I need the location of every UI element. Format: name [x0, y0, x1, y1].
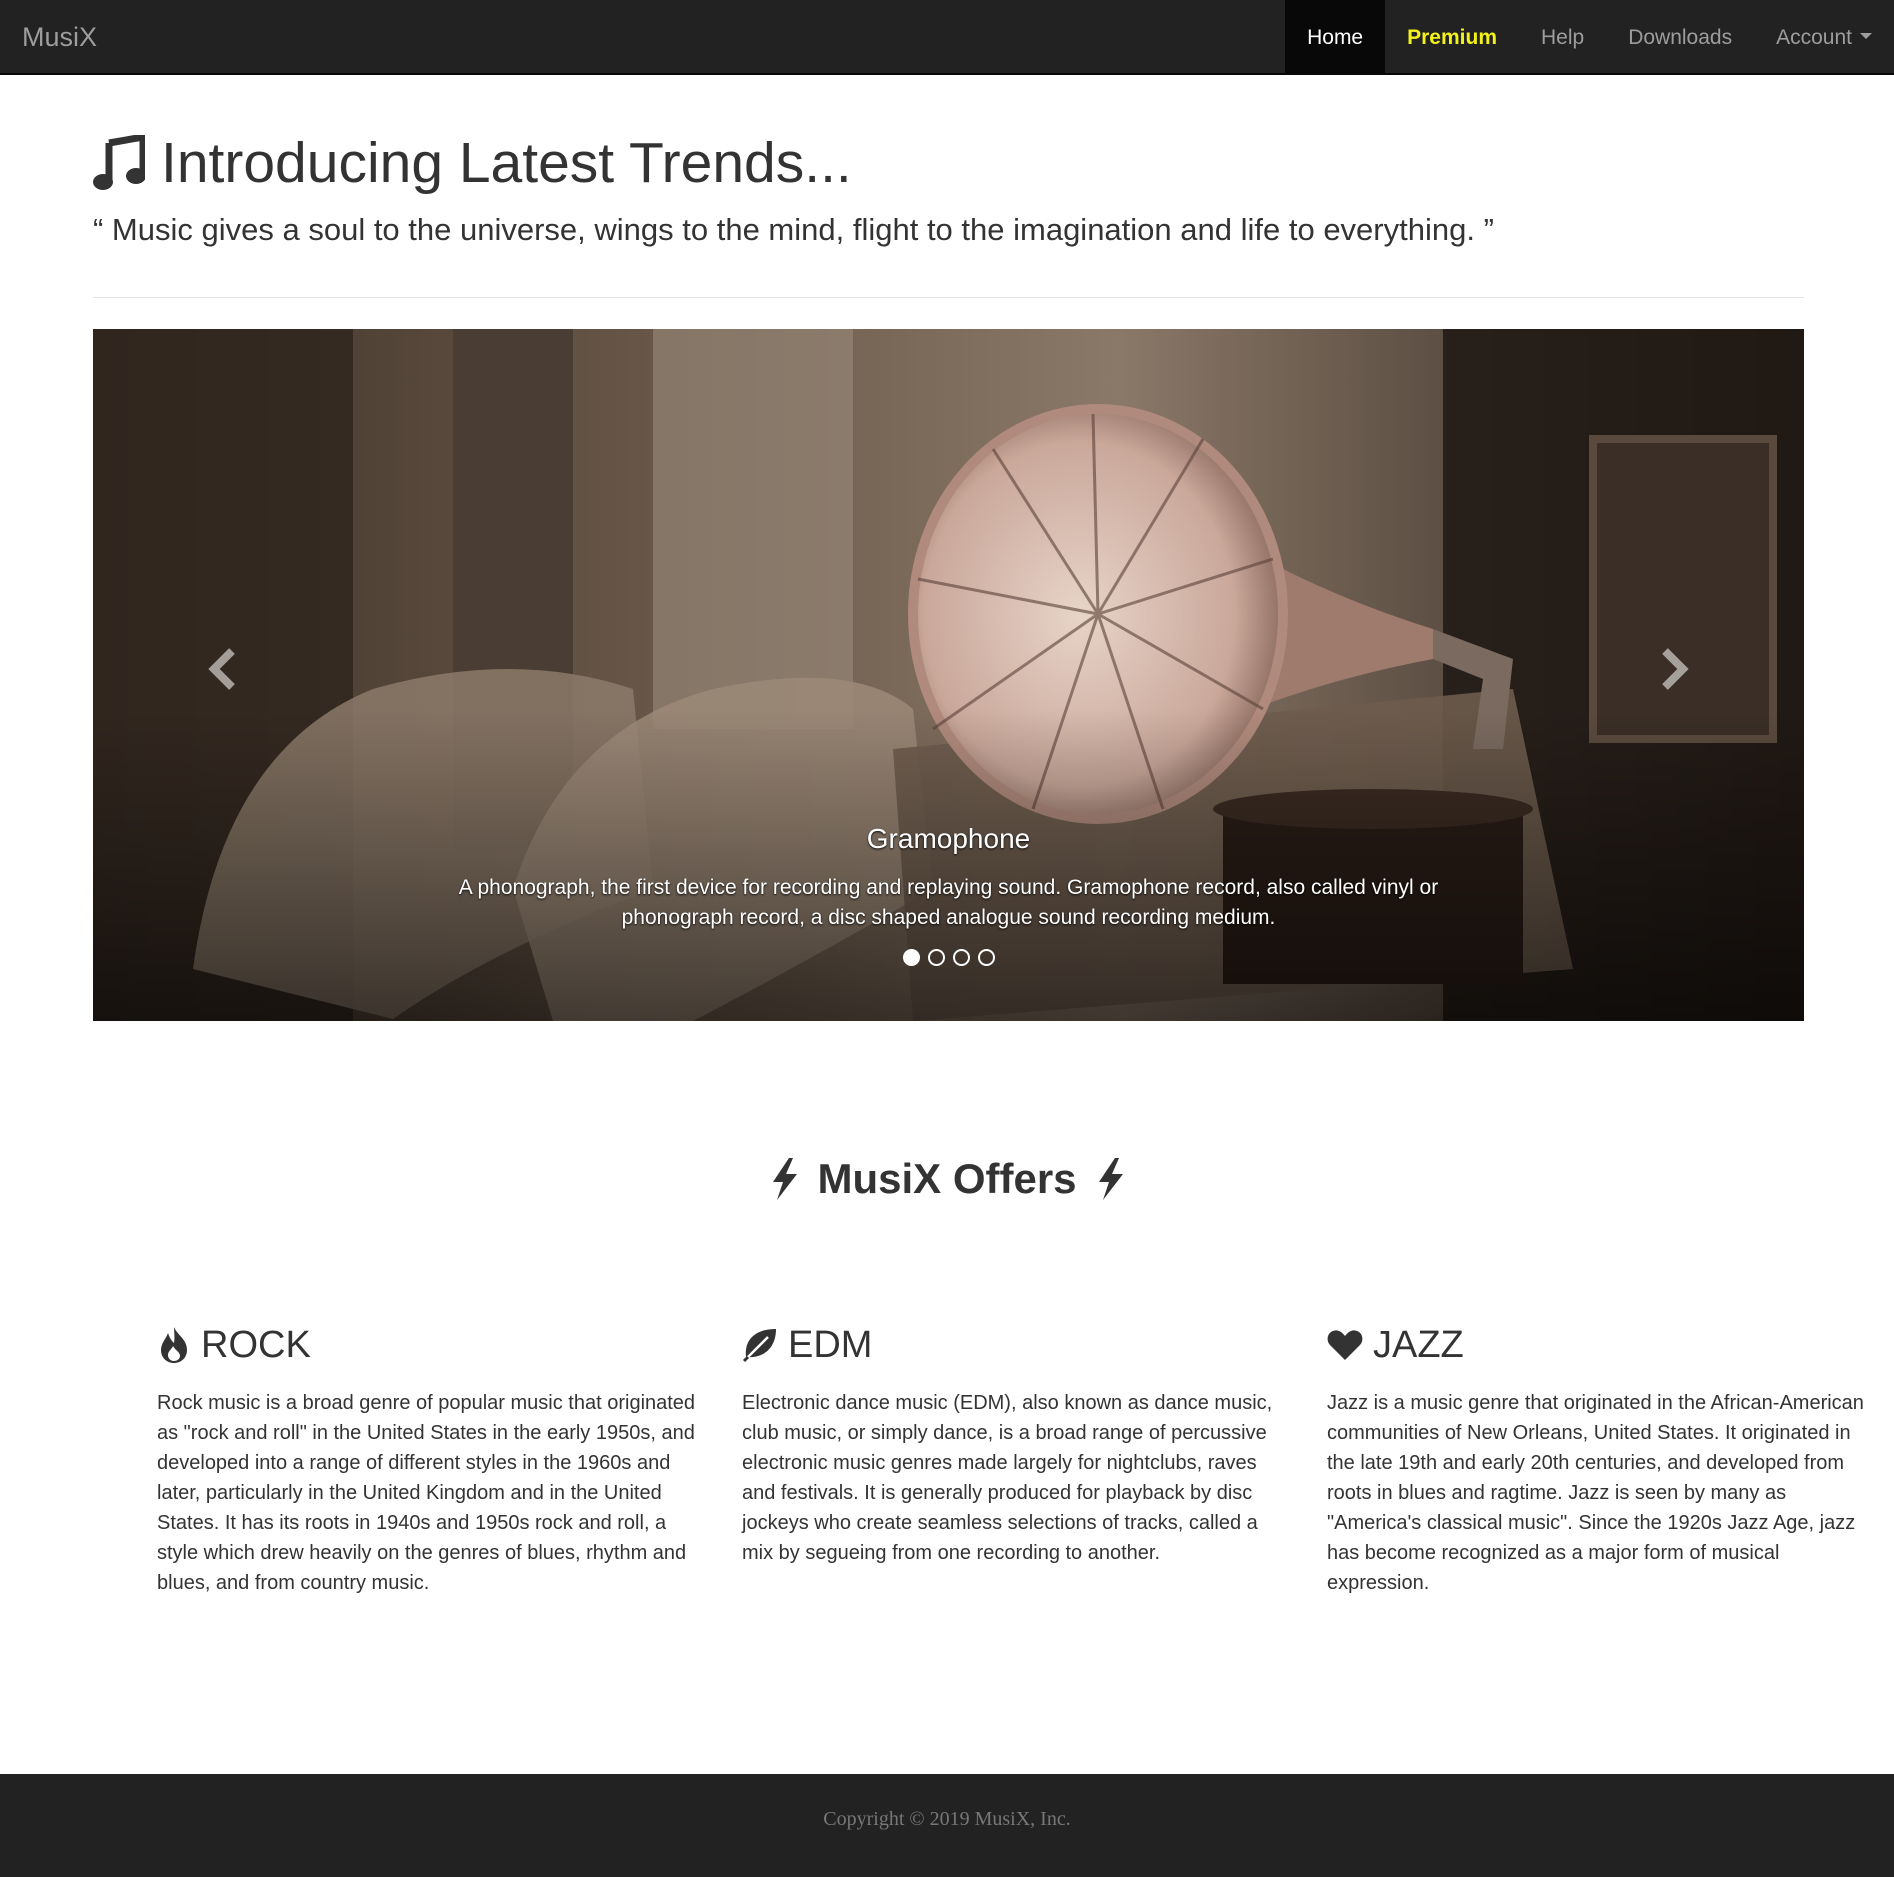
genre-description: Electronic dance music (EDM), also known… [742, 1392, 1273, 1564]
genre-heading: ROCK [157, 1322, 702, 1368]
lightning-bolt-icon [1098, 1158, 1123, 1200]
offers-heading: MusiX Offers [0, 1155, 1894, 1203]
carousel-caption: Gramophone A phonograph, the first devic… [423, 823, 1474, 933]
nav-item-home[interactable]: Home [1285, 0, 1386, 73]
footer: Copyright © 2019 MusiX, Inc. [0, 1774, 1894, 1877]
chevron-right-icon [1662, 648, 1689, 690]
brand-logo[interactable]: MusiX [22, 0, 97, 75]
music-note-icon [93, 135, 145, 190]
fire-icon [161, 1327, 187, 1363]
nav-item-help[interactable]: Help [1519, 0, 1606, 73]
carousel-indicator[interactable] [927, 949, 945, 966]
caret-down-icon [1860, 33, 1872, 40]
genre-name: JAZZ [1373, 1323, 1464, 1366]
genre-description: Jazz is a music genre that originated in… [1327, 1392, 1864, 1594]
page-title: Introducing Latest Trends... [93, 130, 852, 196]
caption-text: A phonograph, the first device for recor… [458, 876, 1439, 929]
caption-title: Gramophone [866, 823, 1031, 854]
offers-title-text: MusiX Offers [817, 1155, 1077, 1202]
page-header: Introducing Latest Trends... “ Music giv… [93, 120, 1804, 298]
carousel-indicator[interactable] [952, 949, 970, 966]
genre-card-edm: EDM Electronic dance music (EDM), also k… [742, 1322, 1287, 1568]
chevron-left-icon [208, 648, 235, 690]
nav-menu: Home Premium Help Downloads Account [1285, 0, 1894, 73]
genre-heading: JAZZ [1327, 1322, 1873, 1368]
carousel-indicator[interactable] [902, 949, 920, 966]
carousel-prev-button[interactable] [183, 629, 263, 709]
nav-item-account-label: Account [1776, 26, 1852, 49]
nav-item-downloads[interactable]: Downloads [1606, 0, 1754, 73]
quote: “ Music gives a soul to the universe, wi… [93, 212, 1494, 247]
carousel-indicators [93, 949, 1804, 966]
genre-card-rock: ROCK Rock music is a broad genre of popu… [157, 1322, 702, 1598]
carousel: Gramophone A phonograph, the first devic… [93, 329, 1804, 1021]
nav-item-account[interactable]: Account [1754, 0, 1894, 73]
carousel-next-button[interactable] [1634, 629, 1714, 709]
genre-name: ROCK [201, 1323, 311, 1366]
lightning-bolt-icon [773, 1158, 798, 1200]
carousel-indicator[interactable] [977, 949, 995, 966]
page-title-text: Introducing Latest Trends... [161, 131, 852, 195]
nav-item-premium[interactable]: Premium [1385, 0, 1519, 73]
genre-heading: EDM [742, 1322, 1287, 1368]
genre-name: EDM [788, 1323, 873, 1366]
navbar: MusiX Home Premium Help Downloads Accoun… [0, 0, 1894, 75]
heart-icon [1327, 1330, 1363, 1360]
leaf-icon [742, 1329, 776, 1363]
genre-description: Rock music is a broad genre of popular m… [157, 1392, 696, 1594]
genre-card-jazz: JAZZ Jazz is a music genre that originat… [1327, 1322, 1873, 1598]
copyright-text: Copyright © 2019 MusiX, Inc. [823, 1808, 1071, 1830]
